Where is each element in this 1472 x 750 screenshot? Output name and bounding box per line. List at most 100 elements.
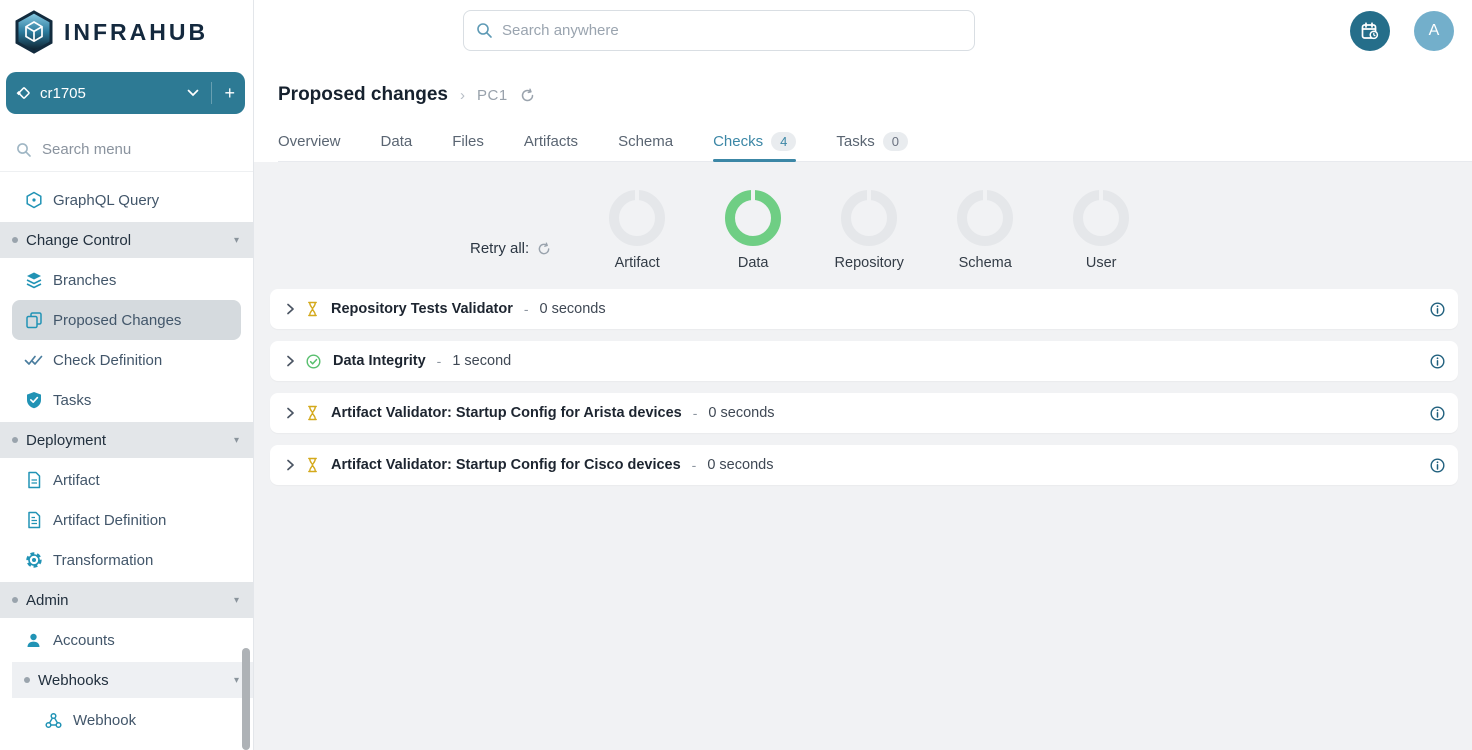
sidebar-item-tasks[interactable]: Tasks [0, 380, 253, 420]
proposed-changes-icon [24, 311, 43, 330]
file-icon [24, 471, 43, 490]
bullet-icon [12, 237, 18, 243]
topbar: A [254, 0, 1472, 62]
tab-checks[interactable]: Checks 4 [713, 121, 796, 161]
gear-icon [24, 551, 43, 570]
bullet-icon [24, 677, 30, 683]
validator-row-cisco[interactable]: Artifact Validator: Startup Config for C… [270, 445, 1458, 485]
main: A Proposed changes › PC1 Overview Data [254, 0, 1472, 750]
sidebar: INFRAHUB cr1705 + [0, 0, 254, 750]
avatar[interactable]: A [1414, 11, 1454, 51]
branch-selector-button[interactable]: cr1705 + [6, 72, 245, 114]
add-branch-button[interactable]: + [224, 84, 235, 102]
sidebar-item-accounts[interactable]: Accounts [0, 620, 253, 660]
sidebar-item-proposed-changes[interactable]: Proposed Changes [12, 300, 241, 340]
checks-panel: Retry all: Artifact Data [254, 162, 1472, 750]
info-icon[interactable] [1430, 458, 1445, 473]
sidebar-item-webhook[interactable]: Webhook [0, 700, 253, 740]
sidebar-item-label: Artifact [53, 472, 100, 489]
app: INFRAHUB cr1705 + [0, 0, 1472, 750]
duration: 0 seconds [708, 405, 774, 421]
hourglass-icon [306, 301, 319, 317]
chevron-right-icon: › [460, 87, 465, 104]
sidebar-item-label: Accounts [53, 632, 115, 649]
sidebar-item-artifact-definition[interactable]: Artifact Definition [0, 500, 253, 540]
breadcrumb: Proposed changes › PC1 [278, 84, 1472, 106]
chevron-right-icon[interactable] [283, 302, 297, 316]
retry-row: Retry all: Artifact Data [254, 190, 1472, 271]
ring-artifact[interactable]: Artifact [579, 190, 695, 271]
sidebar-item-label: Artifact Definition [53, 512, 166, 529]
validator-list: Repository Tests Validator - 0 seconds [270, 289, 1458, 485]
tab-files[interactable]: Files [452, 121, 484, 161]
info-icon[interactable] [1430, 406, 1445, 421]
tab-schema[interactable]: Schema [618, 121, 673, 161]
chevron-down-icon[interactable] [187, 89, 199, 97]
sidebar-item-label: Transformation [53, 552, 153, 569]
sidebar-section-webhooks[interactable]: Webhooks ▾ [12, 662, 253, 698]
calendar-button[interactable] [1350, 11, 1390, 51]
progress-ring-success [725, 190, 781, 246]
progress-ring [957, 190, 1013, 246]
sidebar-search[interactable] [0, 128, 253, 172]
retry-all-icon[interactable] [537, 242, 551, 256]
info-icon[interactable] [1430, 302, 1445, 317]
validator-row-data-integrity[interactable]: Data Integrity - 1 second [270, 341, 1458, 381]
ring-data[interactable]: Data [695, 190, 811, 271]
sidebar-section-deployment[interactable]: Deployment ▾ [0, 422, 253, 458]
graphql-icon [24, 191, 43, 210]
sidebar-item-transformation[interactable]: Transformation [0, 540, 253, 580]
validator-row-repository-tests[interactable]: Repository Tests Validator - 0 seconds [270, 289, 1458, 329]
retry-all-label: Retry all: [470, 240, 529, 257]
section-label: Admin [26, 592, 69, 609]
bullet-icon [12, 437, 18, 443]
tab-data[interactable]: Data [381, 121, 413, 161]
sidebar-item-check-definition[interactable]: Check Definition [0, 340, 253, 380]
sidebar-item-branches[interactable]: Branches [0, 260, 253, 300]
tab-artifacts[interactable]: Artifacts [524, 121, 578, 161]
sidebar-item-artifact[interactable]: Artifact [0, 460, 253, 500]
divider [211, 82, 212, 104]
branch-name: cr1705 [40, 85, 86, 102]
chevron-right-icon[interactable] [283, 354, 297, 368]
calendar-clock-icon [1360, 21, 1380, 41]
sidebar-item-graphql-query[interactable]: GraphQL Query [0, 180, 253, 220]
progress-ring [609, 190, 665, 246]
chevron-down-icon: ▾ [234, 235, 239, 246]
validator-row-arista[interactable]: Artifact Validator: Startup Config for A… [270, 393, 1458, 433]
sidebar-item-label: Check Definition [53, 352, 162, 369]
sidebar-item-label: Branches [53, 272, 116, 289]
breadcrumb-current[interactable]: PC1 [477, 87, 508, 104]
tab-tasks[interactable]: Tasks 0 [836, 121, 908, 161]
sidebar-scrollbar[interactable] [242, 648, 250, 750]
tab-bar: Overview Data Files Artifacts Schema Che… [278, 122, 1472, 162]
global-search[interactable] [463, 10, 975, 51]
menu-search-input[interactable] [42, 141, 222, 158]
chevron-right-icon[interactable] [283, 458, 297, 472]
sidebar-section-change-control[interactable]: Change Control ▾ [0, 222, 253, 258]
infrahub-logo-icon [14, 10, 54, 54]
progress-ring [1073, 190, 1129, 246]
page-header: Proposed changes › PC1 Overview Data Fil… [254, 62, 1472, 162]
section-label: Change Control [26, 232, 131, 249]
brand-logo[interactable]: INFRAHUB [0, 0, 253, 64]
tab-overview[interactable]: Overview [278, 121, 341, 161]
refresh-icon[interactable] [520, 88, 535, 103]
chevron-right-icon[interactable] [283, 406, 297, 420]
ring-user[interactable]: User [1043, 190, 1159, 271]
global-search-input[interactable] [502, 22, 922, 39]
sidebar-nav: GraphQL Query Change Control ▾ Branches … [0, 172, 253, 740]
webhook-icon [44, 711, 63, 730]
sidebar-section-admin[interactable]: Admin ▾ [0, 582, 253, 618]
section-label: Webhooks [38, 672, 109, 689]
sidebar-item-label: GraphQL Query [53, 192, 159, 209]
check-circle-icon [306, 354, 321, 369]
search-icon [476, 22, 493, 39]
file-lines-icon [24, 511, 43, 530]
page-title: Proposed changes [278, 84, 448, 106]
ring-repository[interactable]: Repository [811, 190, 927, 271]
double-check-icon [24, 351, 43, 370]
chevron-down-icon: ▾ [234, 595, 239, 606]
ring-schema[interactable]: Schema [927, 190, 1043, 271]
info-icon[interactable] [1430, 354, 1445, 369]
